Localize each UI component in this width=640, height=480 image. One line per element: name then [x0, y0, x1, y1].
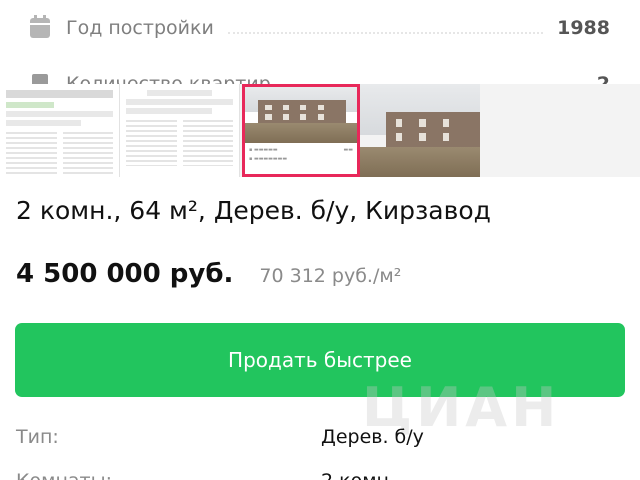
building-details: Год постройки 1988 Количество квартир 2	[0, 0, 640, 85]
sell-faster-button[interactable]: Продать быстрее	[15, 323, 625, 397]
param-key: Тип:	[16, 426, 59, 448]
listing-price: 4 500 000 руб.	[16, 259, 234, 289]
price-per-square-meter: 70 312 руб./м²	[259, 265, 402, 287]
thumbnail-document[interactable]	[0, 84, 120, 177]
param-value: 2 комн.	[321, 470, 395, 480]
param-value: Дерев. б/у	[321, 426, 424, 448]
thumbnail-placeholder	[480, 84, 640, 177]
thumbnail-photo[interactable]	[360, 84, 480, 177]
detail-label: Год постройки	[66, 17, 214, 39]
thumbnail-document[interactable]	[120, 84, 240, 177]
param-key: Комнаты:	[16, 470, 112, 480]
detail-row-year: Год постройки 1988	[30, 10, 610, 46]
price-row: 4 500 000 руб. 70 312 руб./м²	[16, 259, 401, 289]
calendar-icon	[30, 15, 50, 38]
listing-title: 2 комн., 64 м², Дерев. б/у, Кирзавод	[16, 196, 491, 225]
dotted-leader	[227, 22, 544, 34]
detail-value: 1988	[557, 17, 610, 39]
thumbnail-selected[interactable]: ▪ ▬▬▬▬▬ ▬▬ ▪ ▬▬▬▬▬▬▬	[242, 84, 360, 177]
photo-thumbnails: ▪ ▬▬▬▬▬ ▬▬ ▪ ▬▬▬▬▬▬▬	[0, 84, 640, 177]
detail-row-apartments: Количество квартир 2	[30, 66, 610, 85]
